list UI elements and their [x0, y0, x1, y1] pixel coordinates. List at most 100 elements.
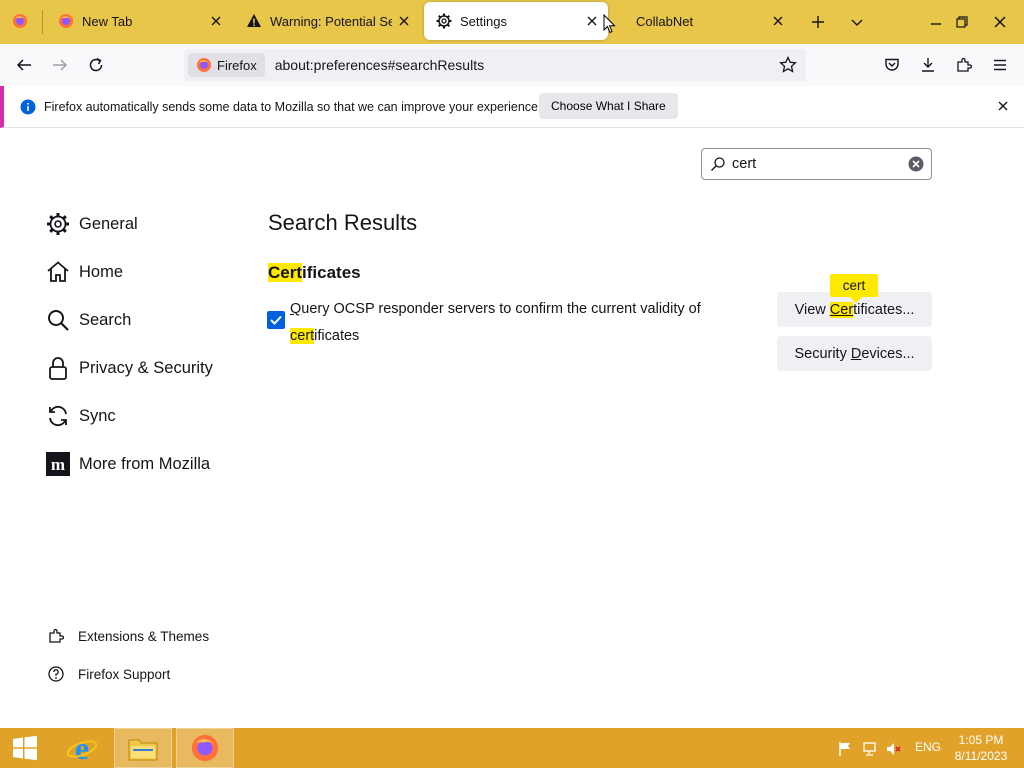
choose-what-i-share-button[interactable]: Choose What I Share [539, 93, 678, 119]
access-key: D [850, 345, 862, 362]
home-icon [46, 260, 70, 284]
minimize-button[interactable] [922, 8, 950, 36]
folder-icon [128, 739, 158, 761]
close-icon[interactable] [766, 9, 790, 33]
restore-icon [956, 16, 968, 28]
tab-new-tab[interactable]: New Tab [46, 2, 232, 40]
internet-explorer-button[interactable]: e [54, 728, 110, 768]
lock-icon [46, 356, 70, 380]
notification-close-button[interactable] [992, 95, 1014, 117]
new-tab-button[interactable] [804, 8, 832, 36]
pocket-button[interactable] [877, 50, 907, 80]
certificates-heading: Certificates [268, 263, 361, 283]
settings-search-input[interactable]: cert [701, 148, 932, 180]
info-icon [20, 99, 36, 114]
url-text[interactable]: about:preferences#searchResults [275, 57, 484, 73]
sidebar-item-more-from-mozilla[interactable]: m More from Mozilla [46, 448, 210, 480]
sidebar-item-label: Privacy & Security [79, 358, 213, 377]
list-all-tabs-button[interactable] [843, 8, 871, 36]
page-title: Search Results [268, 210, 418, 235]
identity-label: Firefox [217, 57, 257, 73]
volume-muted-icon[interactable] [886, 741, 902, 757]
url-bar[interactable]: Firefox about:preferences#searchResults [184, 49, 806, 81]
window-close-button[interactable] [982, 8, 1018, 36]
reload-icon [89, 57, 103, 72]
close-icon[interactable] [580, 9, 604, 33]
sidebar-item-home[interactable]: Home [46, 256, 123, 288]
tab-firefox-pinned[interactable] [4, 2, 40, 40]
security-devices-button[interactable]: Security Devices... [777, 336, 932, 371]
flag-icon[interactable] [838, 741, 852, 757]
button-text-end: evices... [861, 345, 915, 362]
sidebar-item-privacy[interactable]: Privacy & Security [46, 352, 213, 384]
network-icon[interactable] [862, 741, 878, 757]
bookmark-star-button[interactable] [776, 53, 800, 77]
firefox-support-link[interactable]: Firefox Support [48, 662, 170, 686]
ocsp-label[interactable]: Query OCSP responder servers to confirm … [290, 296, 730, 350]
clock-date: 8/11/2023 [954, 749, 1008, 763]
sidebar-item-label: Sync [79, 406, 116, 425]
taskbar-clock[interactable]: 1:05 PM 8/11/2023 [948, 732, 1014, 764]
plus-icon [812, 16, 824, 28]
tab-label: Warning: Potential Secu [270, 13, 392, 29]
search-highlight: Cer [829, 301, 854, 318]
tab-label: Settings [460, 13, 507, 29]
sidebar-item-label: Search [79, 310, 132, 329]
sidebar-item-sync[interactable]: Sync [46, 400, 116, 432]
label-text-end: ificates [314, 328, 360, 344]
downloads-button[interactable] [913, 50, 943, 80]
back-button[interactable] [9, 50, 39, 80]
sidebar-item-general[interactable]: General [46, 208, 138, 240]
firefox-icon [191, 734, 219, 762]
close-icon [998, 101, 1008, 111]
close-icon[interactable] [204, 9, 228, 33]
tab-label: New Tab [82, 13, 133, 29]
download-icon [922, 58, 934, 72]
extensions-themes-link[interactable]: Extensions & Themes [48, 624, 209, 648]
reload-button[interactable] [81, 50, 111, 80]
search-value: cert [732, 156, 757, 172]
navigation-toolbar: Firefox about:preferences#searchResults [0, 44, 1024, 86]
tab-label: CollabNet [636, 13, 694, 29]
clock-time: 1:05 PM [958, 733, 1004, 747]
button-text: Security [794, 345, 851, 362]
notification-text: Firefox automatically sends some data to… [44, 99, 542, 114]
gear-icon [46, 212, 70, 236]
search-highlight: cert [290, 328, 315, 344]
search-highlight: Cert [268, 263, 303, 282]
button-text: View [794, 301, 830, 318]
ocsp-checkbox[interactable] [267, 311, 285, 329]
windows-logo-icon [13, 735, 37, 761]
menu-button[interactable] [985, 50, 1015, 80]
firefox-taskbar-button[interactable] [176, 728, 234, 768]
windows-taskbar: e ENG 1:05 PM 8/11/2023 [0, 728, 1024, 768]
input-language[interactable]: ENG [915, 740, 941, 754]
forward-button[interactable] [45, 50, 75, 80]
identity-box[interactable]: Firefox [188, 53, 265, 77]
tab-collabnet[interactable]: CollabNet [610, 2, 794, 40]
puzzle-icon [957, 57, 972, 72]
help-icon [48, 666, 64, 682]
search-tooltip: cert [830, 274, 878, 303]
tab-warning[interactable]: Warning: Potential Secu [234, 2, 420, 40]
heading-rest: ificates [302, 263, 361, 282]
sidebar-item-search[interactable]: Search [46, 304, 131, 336]
arrow-right-icon [53, 59, 68, 71]
preferences-content: cert General Home Search Privacy & Secur… [0, 128, 1024, 728]
arrow-left-icon [16, 59, 31, 71]
sidebar-item-label: Home [79, 262, 124, 281]
hamburger-icon [994, 59, 1006, 71]
extensions-button[interactable] [949, 50, 979, 80]
clear-search-icon[interactable] [908, 156, 924, 172]
restore-button[interactable] [948, 8, 976, 36]
bottom-link-label: Firefox Support [78, 666, 171, 682]
file-explorer-button[interactable] [114, 728, 172, 768]
bottom-link-label: Extensions & Themes [78, 628, 210, 644]
gear-icon [436, 13, 452, 29]
chevron-down-icon [851, 19, 863, 26]
tab-settings[interactable]: Settings [424, 2, 608, 40]
mozilla-icon: m [46, 452, 70, 476]
close-icon[interactable] [392, 9, 416, 33]
firefox-icon [58, 13, 74, 29]
start-button[interactable] [0, 728, 50, 768]
